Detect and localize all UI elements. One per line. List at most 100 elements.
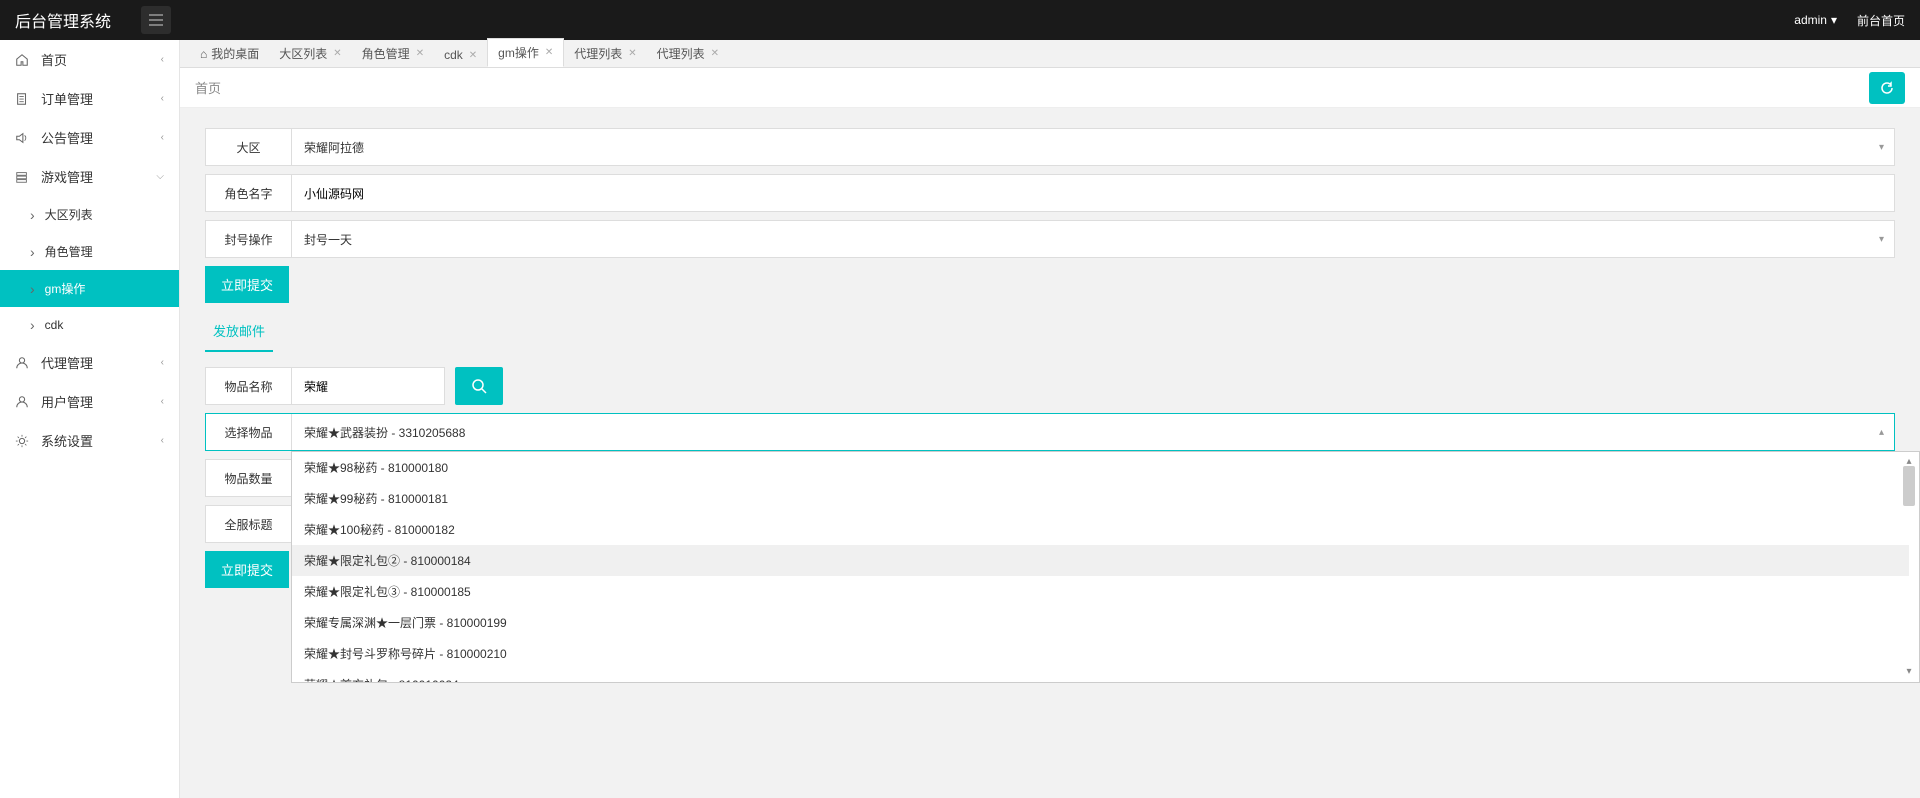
tab-代理列表[interactable]: 代理列表 ✕ bbox=[647, 40, 729, 67]
dropdown-option[interactable]: 荣耀★99秘药 - 810000181 bbox=[292, 483, 1909, 514]
mail-tab[interactable]: 发放邮件 bbox=[205, 311, 273, 352]
dropdown-option[interactable]: 荣耀★封号斗罗称号碎片 - 810000210 bbox=[292, 638, 1909, 669]
user-menu[interactable]: admin bbox=[1794, 13, 1837, 27]
close-icon[interactable]: ✕ bbox=[416, 48, 424, 59]
tab-我的桌面[interactable]: ⌂ 我的桌面 bbox=[190, 40, 269, 67]
tab-label: 角色管理 bbox=[362, 45, 410, 62]
role-row: 角色名字 bbox=[205, 174, 1895, 212]
sidebar-item-游戏管理[interactable]: 游戏管理 ⌵ bbox=[0, 157, 179, 196]
sidebar-item-首页[interactable]: 首页 ‹ bbox=[0, 40, 179, 79]
dropdown-option[interactable]: 荣耀★限定礼包③ - 810000185 bbox=[292, 576, 1909, 607]
chevron-icon: ‹ bbox=[161, 357, 164, 368]
sidebar-item-label: 用户管理 bbox=[41, 392, 93, 411]
close-icon[interactable]: ✕ bbox=[545, 47, 553, 58]
tab-角色管理[interactable]: 角色管理 ✕ bbox=[352, 40, 434, 67]
tab-label: 代理列表 bbox=[657, 45, 705, 62]
sidebar-item-label: 公告管理 bbox=[41, 128, 93, 147]
sidebar-subitem-大区列表[interactable]: 大区列表 bbox=[0, 196, 179, 233]
chevron-down-icon: ▴ bbox=[1879, 427, 1884, 438]
tab-label: 大区列表 bbox=[279, 45, 327, 62]
tab-label: gm操作 bbox=[498, 44, 539, 61]
brand-title: 后台管理系统 bbox=[15, 8, 111, 32]
select-item-combobox[interactable]: ▴ bbox=[292, 414, 1894, 450]
chevron-icon: ‹ bbox=[161, 93, 164, 104]
dropdown-option[interactable]: 荣耀★100秘药 - 810000182 bbox=[292, 514, 1909, 545]
close-icon[interactable]: ✕ bbox=[711, 48, 719, 59]
select-item-row: 选择物品 ▴ bbox=[205, 413, 1895, 451]
sidebar-item-label: 游戏管理 bbox=[41, 167, 93, 186]
dropdown-option[interactable]: 荣耀★98秘药 - 810000180 bbox=[292, 452, 1909, 483]
sidebar-item-label: 系统设置 bbox=[41, 431, 93, 450]
breadcrumb: 首页 bbox=[195, 78, 221, 97]
header: 后台管理系统 admin 前台首页 bbox=[0, 0, 1920, 40]
doc-icon bbox=[15, 91, 31, 107]
menu-icon bbox=[149, 14, 163, 26]
close-icon[interactable]: ✕ bbox=[333, 48, 341, 59]
close-icon[interactable]: ✕ bbox=[469, 50, 477, 61]
sidebar-item-系统设置[interactable]: 系统设置 ‹ bbox=[0, 421, 179, 460]
tab-大区列表[interactable]: 大区列表 ✕ bbox=[269, 40, 351, 67]
sidebar-item-代理管理[interactable]: 代理管理‹ bbox=[0, 343, 179, 382]
refresh-icon bbox=[1879, 80, 1895, 96]
tab-bar: ⌂我的桌面大区列表✕角色管理✕cdk✕gm操作✕代理列表✕代理列表✕ bbox=[180, 40, 1920, 68]
sidebar-item-label: 大区列表 bbox=[45, 206, 93, 223]
chevron-down-icon: ▾ bbox=[1879, 234, 1884, 245]
submit-button-2[interactable]: 立即提交 bbox=[205, 551, 289, 588]
close-icon[interactable]: ✕ bbox=[628, 48, 636, 59]
zone-row: 大区 荣耀阿拉德 ▾ bbox=[205, 128, 1895, 166]
sidebar-item-label: 订单管理 bbox=[41, 89, 93, 108]
front-site-link[interactable]: 前台首页 bbox=[1857, 12, 1905, 29]
home-icon: ⌂ bbox=[200, 47, 207, 61]
chevron-icon: ‹ bbox=[161, 435, 164, 446]
dropdown-option[interactable]: 荣耀★首充礼包 - 810010024 bbox=[292, 669, 1909, 682]
ban-row: 封号操作 封号一天 ▾ bbox=[205, 220, 1895, 258]
sidebar-item-label: 首页 bbox=[41, 50, 67, 69]
item-name-label: 物品名称 bbox=[206, 368, 292, 404]
tab-cdk[interactable]: cdk✕ bbox=[434, 43, 487, 67]
home-icon bbox=[15, 52, 31, 68]
chevron-down-icon: ▾ bbox=[1879, 142, 1884, 153]
search-icon bbox=[471, 378, 487, 394]
chevron-icon: ⌵ bbox=[156, 171, 164, 182]
dropdown-option[interactable]: 荣耀★限定礼包② - 810000184 bbox=[292, 545, 1909, 576]
scrollbar-thumb[interactable] bbox=[1903, 466, 1915, 506]
sidebar: 首页‹订单管理‹公告管理‹游戏管理⌵大区列表角色管理gm操作cdk代理管理‹用户… bbox=[0, 40, 180, 798]
content: 大区 荣耀阿拉德 ▾ 角色名字 封号操作 封号一天 ▾ 立即提交 发放邮件 bbox=[180, 108, 1920, 798]
user-icon bbox=[15, 355, 31, 371]
item-name-row: 物品名称 bbox=[205, 367, 445, 405]
stack-icon bbox=[15, 169, 31, 185]
ban-select[interactable]: 封号一天 ▾ bbox=[292, 221, 1894, 257]
scroll-down-button[interactable]: ▾ bbox=[1903, 666, 1915, 678]
item-name-input[interactable] bbox=[304, 379, 432, 393]
chevron-icon: ‹ bbox=[161, 54, 164, 65]
speaker-icon bbox=[15, 130, 31, 146]
sidebar-subitem-gm操作[interactable]: gm操作 bbox=[0, 270, 179, 307]
role-input[interactable] bbox=[304, 186, 1882, 200]
sidebar-subitem-cdk[interactable]: cdk bbox=[0, 307, 179, 343]
tab-label: 代理列表 bbox=[574, 45, 622, 62]
chevron-icon: ‹ bbox=[161, 396, 164, 407]
dropdown-option[interactable]: 荣耀专属深渊★一层门票 - 810000199 bbox=[292, 607, 1909, 638]
select-item-dropdown: 荣耀★98秘药 - 810000180荣耀★99秘药 - 810000181荣耀… bbox=[291, 451, 1920, 683]
zone-label: 大区 bbox=[206, 129, 292, 165]
select-item-label: 选择物品 bbox=[206, 414, 292, 450]
item-qty-label: 物品数量 bbox=[206, 460, 292, 496]
tab-gm操作[interactable]: gm操作 ✕ bbox=[487, 38, 564, 67]
zone-select[interactable]: 荣耀阿拉德 ▾ bbox=[292, 129, 1894, 165]
search-button[interactable] bbox=[455, 367, 503, 405]
tab-代理列表[interactable]: 代理列表 ✕ bbox=[564, 40, 646, 67]
ban-label: 封号操作 bbox=[206, 221, 292, 257]
title-label: 全服标题 bbox=[206, 506, 292, 542]
sidebar-subitem-角色管理[interactable]: 角色管理 bbox=[0, 233, 179, 270]
select-item-input[interactable] bbox=[304, 425, 1882, 439]
refresh-button[interactable] bbox=[1869, 72, 1905, 104]
sidebar-item-label: gm操作 bbox=[45, 280, 86, 297]
sidebar-item-用户管理[interactable]: 用户管理 ‹ bbox=[0, 382, 179, 421]
gear-icon bbox=[15, 433, 31, 449]
sidebar-item-公告管理[interactable]: 公告管理 ‹ bbox=[0, 118, 179, 157]
sidebar-item-订单管理[interactable]: 订单管理 ‹ bbox=[0, 79, 179, 118]
tab-label: 我的桌面 bbox=[211, 45, 259, 62]
submit-button-1[interactable]: 立即提交 bbox=[205, 266, 289, 303]
chevron-icon: ‹ bbox=[161, 132, 164, 143]
sidebar-toggle-button[interactable] bbox=[141, 6, 171, 34]
